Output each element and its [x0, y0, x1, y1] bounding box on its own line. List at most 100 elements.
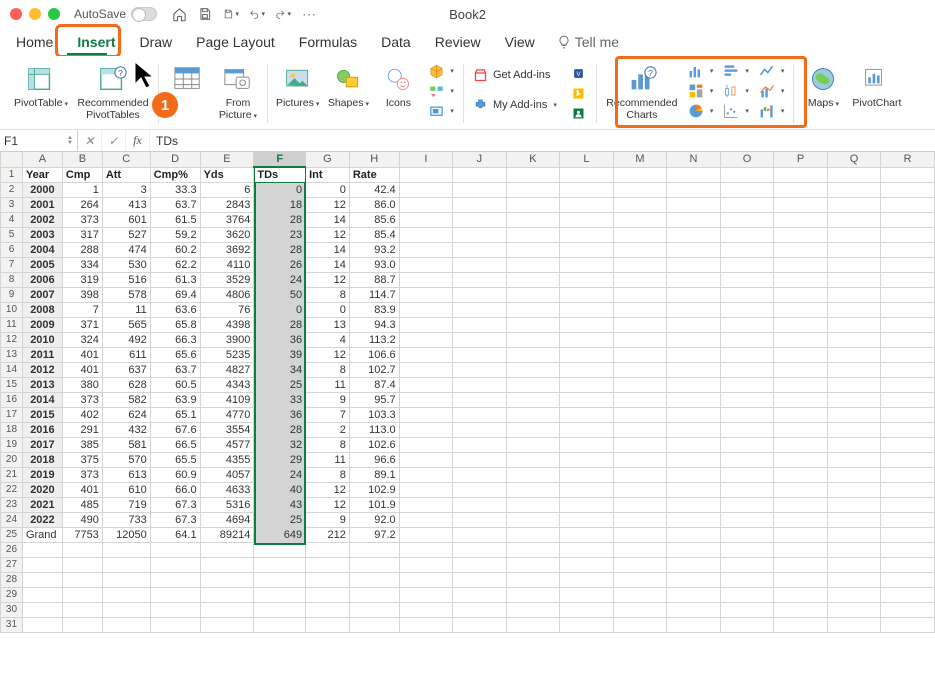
cell[interactable]: 3554	[200, 423, 254, 438]
cell[interactable]	[720, 588, 774, 603]
cell[interactable]	[560, 588, 614, 603]
hierarchy-chart-button[interactable]: ▾	[685, 82, 717, 100]
cell[interactable]	[453, 603, 507, 618]
cell[interactable]	[453, 318, 507, 333]
cell[interactable]	[720, 513, 774, 528]
cell[interactable]	[720, 303, 774, 318]
cell[interactable]	[667, 423, 721, 438]
cell[interactable]: 76	[200, 303, 254, 318]
cell[interactable]: 2016	[22, 423, 62, 438]
cell[interactable]	[254, 573, 306, 588]
cell[interactable]	[506, 167, 560, 183]
cell[interactable]	[827, 513, 881, 528]
cell[interactable]	[22, 543, 62, 558]
cell[interactable]: 66.3	[150, 333, 200, 348]
cell[interactable]	[506, 513, 560, 528]
visio-button[interactable]: V	[568, 64, 590, 82]
cell[interactable]	[560, 243, 614, 258]
cell[interactable]: 8	[306, 438, 350, 453]
cell[interactable]: 8	[306, 363, 350, 378]
cell[interactable]	[200, 573, 254, 588]
cell[interactable]: 63.9	[150, 393, 200, 408]
cell[interactable]: 2020	[22, 483, 62, 498]
cell[interactable]	[774, 468, 828, 483]
cell[interactable]	[453, 573, 507, 588]
cell[interactable]	[560, 528, 614, 543]
cell[interactable]	[881, 543, 935, 558]
cell[interactable]	[774, 423, 828, 438]
cell[interactable]: 89214	[200, 528, 254, 543]
cell[interactable]	[453, 333, 507, 348]
cell[interactable]: 385	[62, 438, 102, 453]
cell[interactable]: 371	[62, 318, 102, 333]
cell[interactable]: 93.2	[349, 243, 399, 258]
cell[interactable]: 7753	[62, 528, 102, 543]
statistic-chart-button[interactable]: ▾	[720, 82, 752, 100]
cell[interactable]	[349, 543, 399, 558]
column-header-K[interactable]: K	[506, 152, 560, 167]
cell[interactable]: 113.2	[349, 333, 399, 348]
cell[interactable]	[827, 618, 881, 633]
cell[interactable]	[613, 318, 667, 333]
cell[interactable]: 66.0	[150, 483, 200, 498]
cell[interactable]: 3900	[200, 333, 254, 348]
cell[interactable]	[453, 348, 507, 363]
cell[interactable]	[827, 408, 881, 423]
cell[interactable]	[774, 573, 828, 588]
cell[interactable]: 613	[102, 468, 150, 483]
cell[interactable]: 0	[306, 303, 350, 318]
cell[interactable]	[667, 558, 721, 573]
get-addins-button[interactable]: Get Add-ins	[470, 66, 560, 84]
cell[interactable]	[720, 558, 774, 573]
cell[interactable]	[827, 167, 881, 183]
cell[interactable]	[774, 183, 828, 198]
cell[interactable]	[667, 453, 721, 468]
row-header[interactable]: 31	[1, 618, 23, 633]
cell[interactable]	[613, 558, 667, 573]
cell[interactable]	[774, 167, 828, 183]
cell[interactable]	[560, 318, 614, 333]
cell[interactable]: 288	[62, 243, 102, 258]
cell[interactable]	[774, 558, 828, 573]
column-header-O[interactable]: O	[720, 152, 774, 167]
cell[interactable]	[560, 198, 614, 213]
cell[interactable]	[506, 483, 560, 498]
cell[interactable]	[62, 618, 102, 633]
cell[interactable]	[399, 243, 452, 258]
select-all-corner[interactable]	[1, 152, 23, 167]
cell[interactable]: 624	[102, 408, 150, 423]
cell[interactable]: 102.7	[349, 363, 399, 378]
column-header-A[interactable]: A	[22, 152, 62, 167]
cell[interactable]: 401	[62, 483, 102, 498]
cell[interactable]: 530	[102, 258, 150, 273]
cell[interactable]	[453, 243, 507, 258]
cell[interactable]	[506, 558, 560, 573]
icons-button[interactable]: Icons	[375, 60, 421, 120]
cell[interactable]: 5316	[200, 498, 254, 513]
cell[interactable]	[506, 423, 560, 438]
cell[interactable]: 59.2	[150, 228, 200, 243]
cell[interactable]: 88.7	[349, 273, 399, 288]
cell[interactable]: 2022	[22, 513, 62, 528]
cell[interactable]: 24	[254, 468, 306, 483]
cell[interactable]: 2004	[22, 243, 62, 258]
cell[interactable]	[613, 588, 667, 603]
cell[interactable]: 485	[62, 498, 102, 513]
cell[interactable]: 92.0	[349, 513, 399, 528]
cell[interactable]: 2011	[22, 348, 62, 363]
cell[interactable]	[506, 393, 560, 408]
from-picture-button[interactable]: From Picture▾	[215, 60, 261, 121]
cell[interactable]: 25	[254, 378, 306, 393]
cell[interactable]	[881, 498, 935, 513]
cell[interactable]	[453, 438, 507, 453]
cell[interactable]	[62, 603, 102, 618]
cell[interactable]	[399, 453, 452, 468]
row-header[interactable]: 27	[1, 558, 23, 573]
cell[interactable]	[399, 468, 452, 483]
cell[interactable]: 334	[62, 258, 102, 273]
cell[interactable]	[349, 573, 399, 588]
cell[interactable]	[560, 183, 614, 198]
cell[interactable]: 601	[102, 213, 150, 228]
cell[interactable]: 628	[102, 378, 150, 393]
cell[interactable]	[560, 453, 614, 468]
